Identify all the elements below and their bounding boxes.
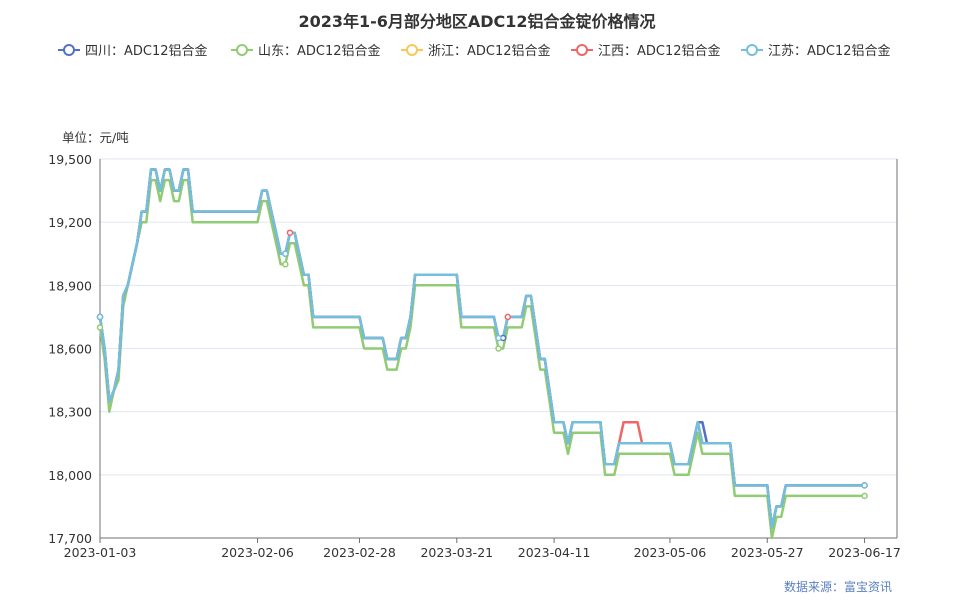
y-tick-label: 17,700 — [48, 531, 92, 546]
legend: 四川：ADC12铝合金 山东：ADC12铝合金 浙江：ADC12铝合金 江西：ADC1… — [58, 43, 891, 59]
legend-marker — [746, 44, 758, 56]
legend-marker — [406, 44, 418, 56]
data-point[interactable] — [286, 229, 294, 236]
line-chart: 2023年1-6月部分地区ADC12铝合金锭价格情况 四川：ADC12铝合金 山东… — [48, 12, 901, 594]
x-tick-label: 2023-05-27 — [731, 545, 804, 560]
y-tick-label: 19,200 — [48, 215, 92, 230]
data-point[interactable] — [282, 261, 289, 268]
legend-label: 四川：ADC12铝合金 — [85, 43, 208, 59]
data-point[interactable] — [96, 324, 104, 331]
y-tick-label: 19,500 — [48, 152, 92, 167]
legend-item[interactable]: 四川：ADC12铝合金 — [58, 43, 208, 59]
legend-item[interactable]: 山东：ADC12铝合金 — [231, 43, 381, 59]
series-lines — [98, 168, 865, 540]
x-tick-label: 2023-05-06 — [634, 545, 707, 560]
legend-item[interactable]: 浙江：ADC12铝合金 — [401, 43, 551, 59]
x-tick-label: 2023-06-17 — [828, 545, 901, 560]
data-point[interactable] — [504, 313, 512, 321]
data-point[interactable] — [282, 250, 289, 257]
unit-label: 单位：元/吨 — [62, 130, 129, 145]
data-point[interactable] — [861, 482, 868, 489]
data-point[interactable] — [495, 334, 502, 342]
legend-label: 江苏：ADC12铝合金 — [768, 43, 891, 59]
axes: 19,500 19,200 18,900 18,600 18,300 18,000 17,7… — [48, 152, 901, 560]
legend-marker — [63, 44, 75, 56]
y-tick-label: 18,600 — [48, 342, 92, 357]
legend-label: 浙江：ADC12铝合金 — [428, 43, 551, 59]
legend-item[interactable]: 江西：ADC12铝合金 — [571, 43, 721, 59]
series-markers — [96, 229, 868, 500]
legend-marker — [576, 44, 588, 56]
legend-item[interactable]: 江苏：ADC12铝合金 — [741, 43, 891, 59]
chart-title: 2023年1-6月部分地区ADC12铝合金锭价格情况 — [298, 12, 655, 31]
legend-label: 山东：ADC12铝合金 — [258, 43, 381, 59]
x-tick-label: 2023-03-21 — [420, 545, 493, 560]
data-point[interactable] — [861, 492, 868, 500]
data-point[interactable] — [96, 313, 104, 321]
x-tick-label: 2023-04-11 — [518, 545, 591, 560]
x-tick-label: 2023-02-28 — [323, 545, 396, 560]
x-tick-label: 2023-01-03 — [64, 545, 137, 560]
y-tick-label: 18,300 — [48, 405, 92, 420]
y-tick-label: 18,900 — [48, 278, 92, 293]
x-tick-label: 2023-02-06 — [221, 545, 294, 560]
y-tick-label: 18,000 — [48, 468, 92, 483]
source-note: 数据来源：富宝资讯 — [784, 579, 892, 594]
legend-label: 江西：ADC12铝合金 — [598, 43, 721, 59]
legend-marker — [236, 44, 248, 56]
data-point[interactable] — [495, 345, 502, 352]
